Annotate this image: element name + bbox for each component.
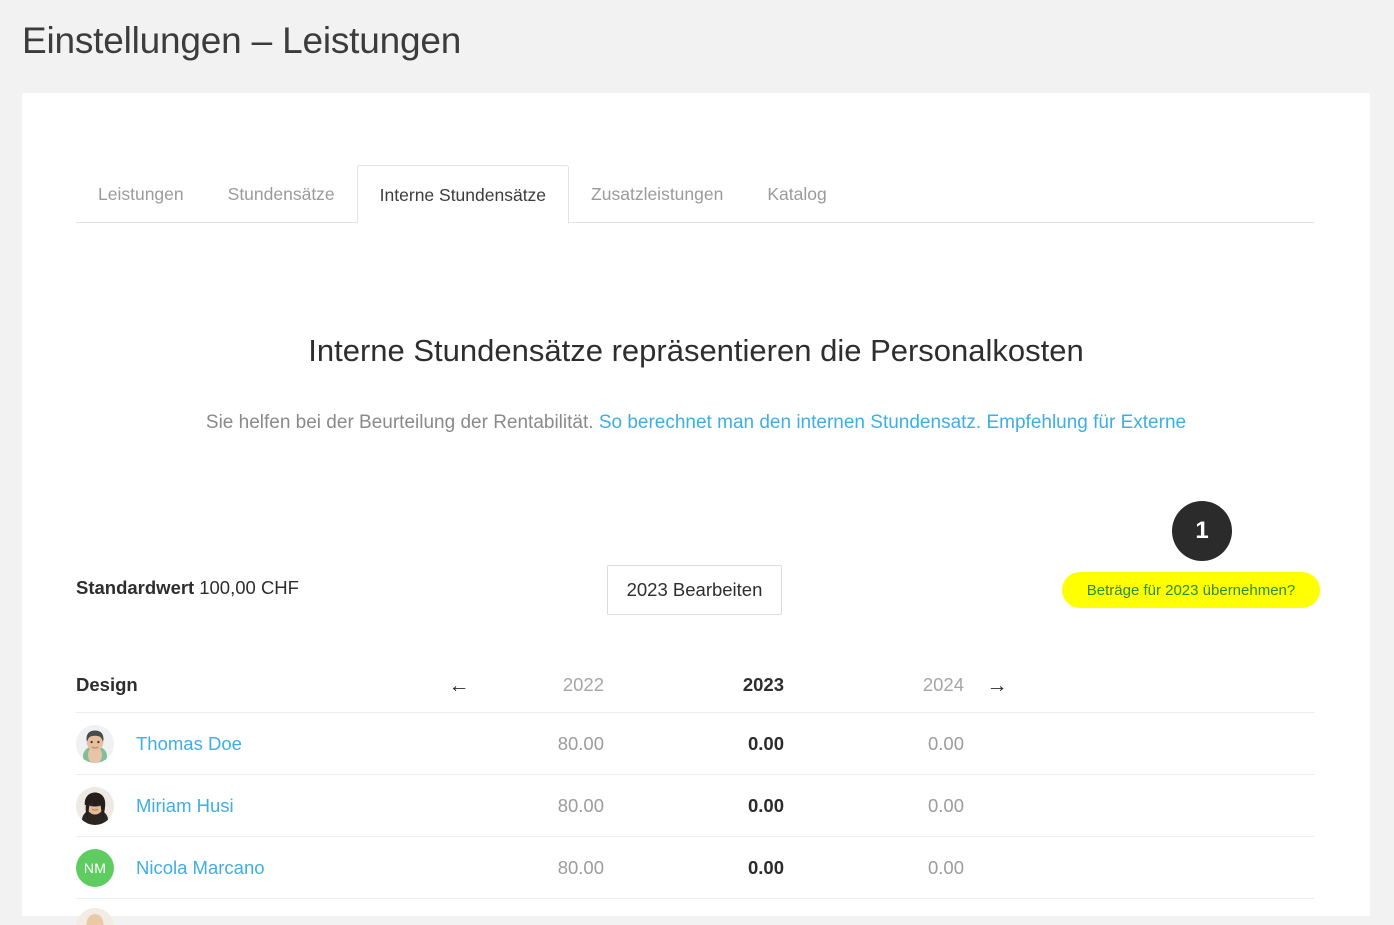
avatar: [76, 724, 114, 763]
rate-2024: 0.00: [927, 732, 964, 754]
link-stundensatz-berechnung[interactable]: So berechnet man den internen Stundensat…: [599, 412, 981, 433]
next-year-arrow-icon[interactable]: →: [964, 675, 1030, 696]
standardwert: Standardwert 100,00 CHF: [76, 577, 299, 599]
table-row: Miriam Husi 80.00 0.00 0.00: [76, 775, 1314, 837]
rates-table: Design ← 2022 2023 2024 → Thomas Doe 80.…: [76, 658, 1314, 925]
table-row: [76, 899, 1314, 925]
avatar: NM: [76, 848, 114, 887]
avatar: [76, 786, 114, 825]
tab-katalog[interactable]: Katalog: [745, 165, 848, 224]
tab-stundensaetze[interactable]: Stundensätze: [206, 165, 357, 224]
rate-2022: 80.00: [557, 856, 604, 878]
rate-2023[interactable]: 0.00: [672, 733, 784, 755]
person-cell: NM Nicola Marcano: [76, 848, 426, 887]
person-cell: Miriam Husi: [76, 786, 426, 825]
standardwert-value: 100,00 CHF: [199, 577, 299, 598]
tab-leistungen[interactable]: Leistungen: [76, 165, 206, 224]
person-link[interactable]: Nicola Marcano: [136, 857, 265, 879]
step-badge: 1: [1172, 501, 1232, 561]
rate-2022: 80.00: [557, 732, 604, 754]
person-link[interactable]: Thomas Doe: [136, 733, 242, 755]
table-group-label: Design: [76, 674, 138, 695]
person-link[interactable]: Miriam Husi: [136, 795, 234, 817]
avatar: [76, 908, 114, 925]
page-title: Einstellungen – Leistungen: [22, 20, 462, 61]
rate-2022: 80.00: [557, 794, 604, 816]
table-header-row: Design ← 2022 2023 2024 →: [76, 658, 1314, 713]
tab-bar: Leistungen Stundensätze Interne Stundens…: [76, 165, 1314, 224]
content-card: Leistungen Stundensätze Interne Stundens…: [22, 93, 1370, 925]
hero-title: Interne Stundensätze repräsentieren die …: [308, 333, 1084, 368]
column-header-2023[interactable]: 2023: [672, 674, 784, 696]
rate-2024: 0.00: [927, 794, 964, 816]
standardwert-label: Standardwert: [76, 577, 195, 598]
tab-zusatzleistungen[interactable]: Zusatzleistungen: [569, 165, 745, 224]
tab-interne-stundensaetze[interactable]: Interne Stundensätze: [356, 165, 570, 224]
table-row: Thomas Doe 80.00 0.00 0.00: [76, 713, 1314, 775]
person-cell: Thomas Doe: [76, 724, 426, 763]
hero-subtitle: Sie helfen bei der Beurteilung der Renta…: [202, 406, 1190, 439]
person-cell: [76, 899, 426, 925]
link-empfehlung-externe[interactable]: Empfehlung für Externe: [986, 412, 1186, 433]
hero-subtitle-text: Sie helfen bei der Beurteilung der Renta…: [205, 412, 594, 433]
tab-list: Leistungen Stundensätze Interne Stundens…: [76, 165, 849, 224]
column-header-2022[interactable]: 2022: [492, 674, 604, 696]
rate-2023[interactable]: 0.00: [672, 795, 784, 817]
rate-2024: 0.00: [927, 856, 964, 878]
column-header-2024[interactable]: 2024: [852, 674, 964, 696]
table-row: NM Nicola Marcano 80.00 0.00 0.00: [76, 837, 1314, 899]
prev-year-arrow-icon[interactable]: ←: [426, 675, 492, 696]
rate-2023[interactable]: 0.00: [672, 857, 784, 879]
edit-year-button[interactable]: 2023 Bearbeiten: [607, 565, 782, 615]
controls-row: Standardwert 100,00 CHF 2023 Bearbeiten: [22, 561, 1370, 621]
